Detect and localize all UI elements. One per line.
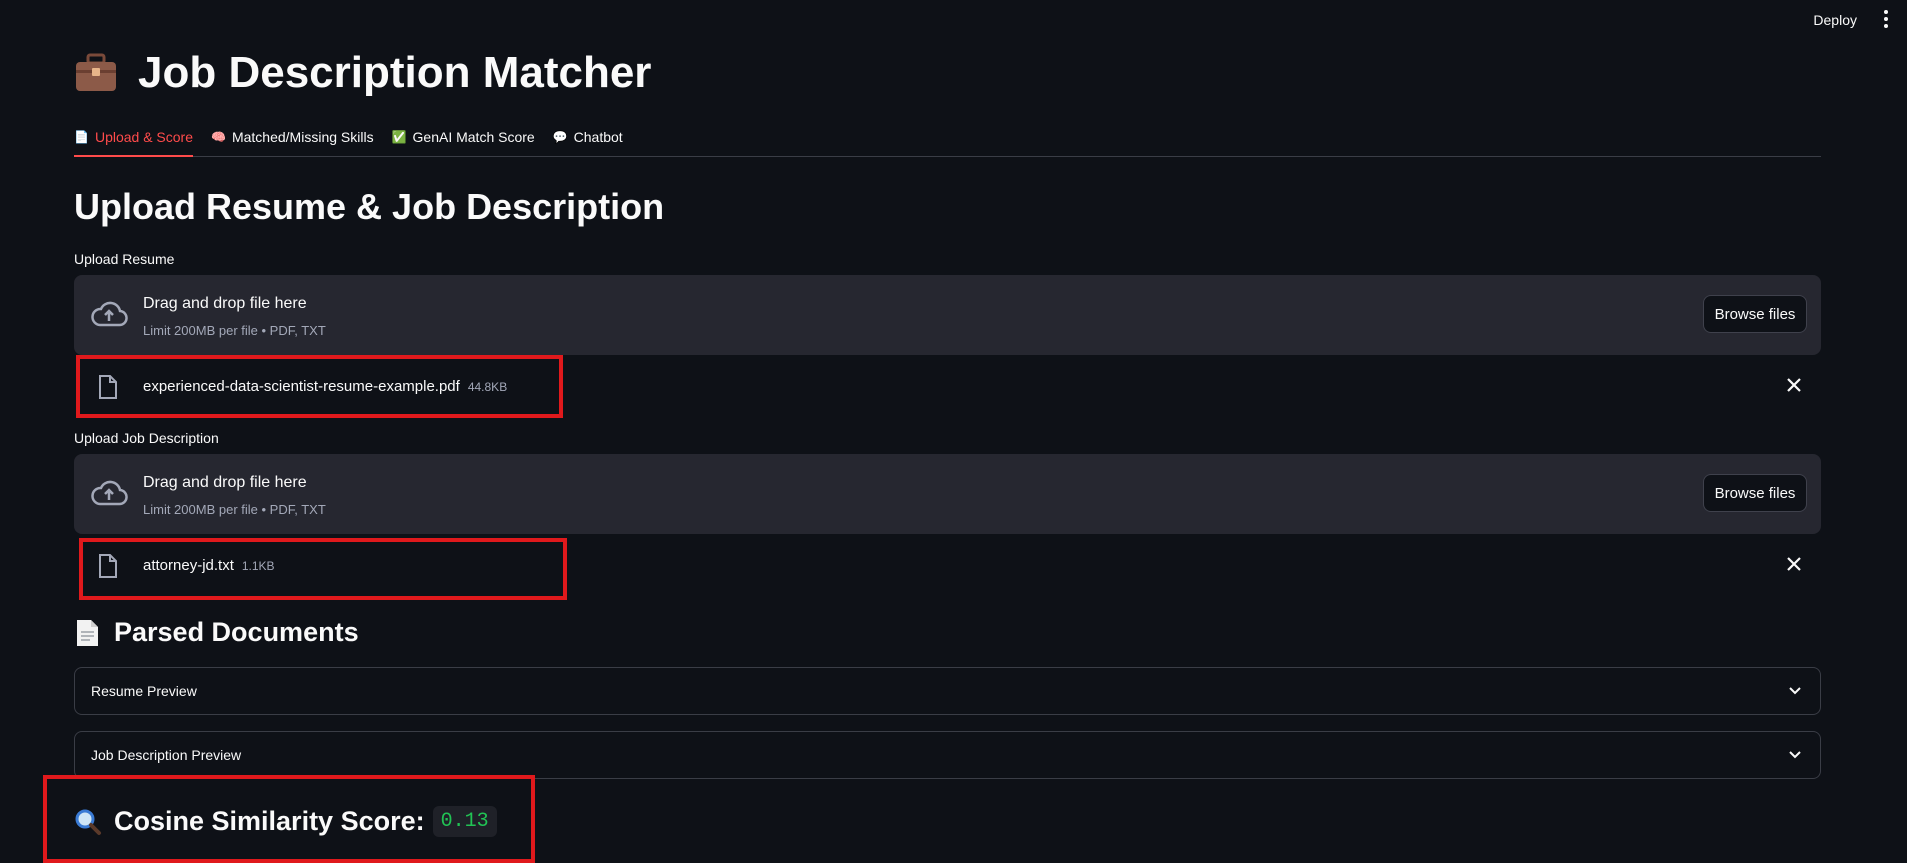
tab-label: Chatbot — [573, 129, 623, 145]
resume-preview-expander[interactable]: Resume Preview — [74, 667, 1821, 715]
top-bar: Deploy — [0, 0, 1907, 40]
tab-bar: 📄 Upload & Score 🧠 Matched/Missing Skill… — [74, 118, 1821, 157]
resume-dropzone[interactable]: Drag and drop file here Limit 200MB per … — [74, 275, 1821, 355]
tab-chatbot[interactable]: 💬 Chatbot — [553, 118, 623, 156]
dropzone-limit: Limit 200MB per file • PDF, TXT — [143, 502, 326, 517]
highlight-box — [76, 355, 563, 418]
tab-genai-match-score[interactable]: ✅ GenAI Match Score — [392, 118, 535, 156]
dropzone-title: Drag and drop file here — [143, 474, 307, 491]
resume-upload-label: Upload Resume — [74, 251, 175, 267]
expander-label: Resume Preview — [91, 683, 197, 699]
dropzone-title: Drag and drop file here — [143, 295, 307, 312]
briefcase-icon — [76, 53, 116, 91]
tab-label: Upload & Score — [94, 129, 194, 145]
close-icon[interactable] — [1785, 555, 1803, 573]
close-icon[interactable] — [1785, 376, 1803, 394]
chevron-down-icon — [1789, 687, 1801, 695]
resume-browse-button[interactable]: Browse files — [1703, 295, 1807, 333]
tab-label: Matched/Missing Skills — [231, 129, 374, 145]
jd-dropzone[interactable]: Drag and drop file here Limit 200MB per … — [74, 454, 1821, 534]
page-icon: 📄 — [74, 130, 89, 144]
tab-matched-missing-skills[interactable]: 🧠 Matched/Missing Skills — [211, 118, 374, 156]
cloud-upload-icon — [91, 301, 128, 327]
page-icon — [77, 619, 98, 646]
deploy-button[interactable]: Deploy — [1813, 12, 1857, 28]
parsed-documents-title: Parsed Documents — [114, 617, 359, 647]
page-title-text: Job Description Matcher — [138, 48, 652, 97]
tab-label: GenAI Match Score — [412, 129, 535, 145]
speech-bubble-icon: 💬 — [552, 130, 568, 144]
tab-upload-score[interactable]: 📄 Upload & Score — [74, 118, 194, 157]
highlight-box — [79, 538, 567, 600]
page-title: Job Description Matcher — [74, 48, 651, 98]
parsed-documents-heading: Parsed Documents — [74, 617, 359, 648]
check-box-icon: ✅ — [391, 130, 407, 144]
job-description-preview-expander[interactable]: Job Description Preview — [74, 731, 1821, 779]
chevron-down-icon — [1789, 751, 1801, 759]
main-menu-icon[interactable] — [1883, 10, 1889, 30]
dropzone-limit: Limit 200MB per file • PDF, TXT — [143, 323, 326, 338]
cloud-upload-icon — [91, 480, 128, 506]
expander-label: Job Description Preview — [91, 747, 242, 763]
jd-browse-button[interactable]: Browse files — [1703, 474, 1807, 512]
brain-icon: 🧠 — [211, 130, 226, 144]
jd-upload-label: Upload Job Description — [74, 430, 219, 446]
highlight-box — [43, 775, 535, 863]
upload-heading: Upload Resume & Job Description — [74, 186, 665, 227]
